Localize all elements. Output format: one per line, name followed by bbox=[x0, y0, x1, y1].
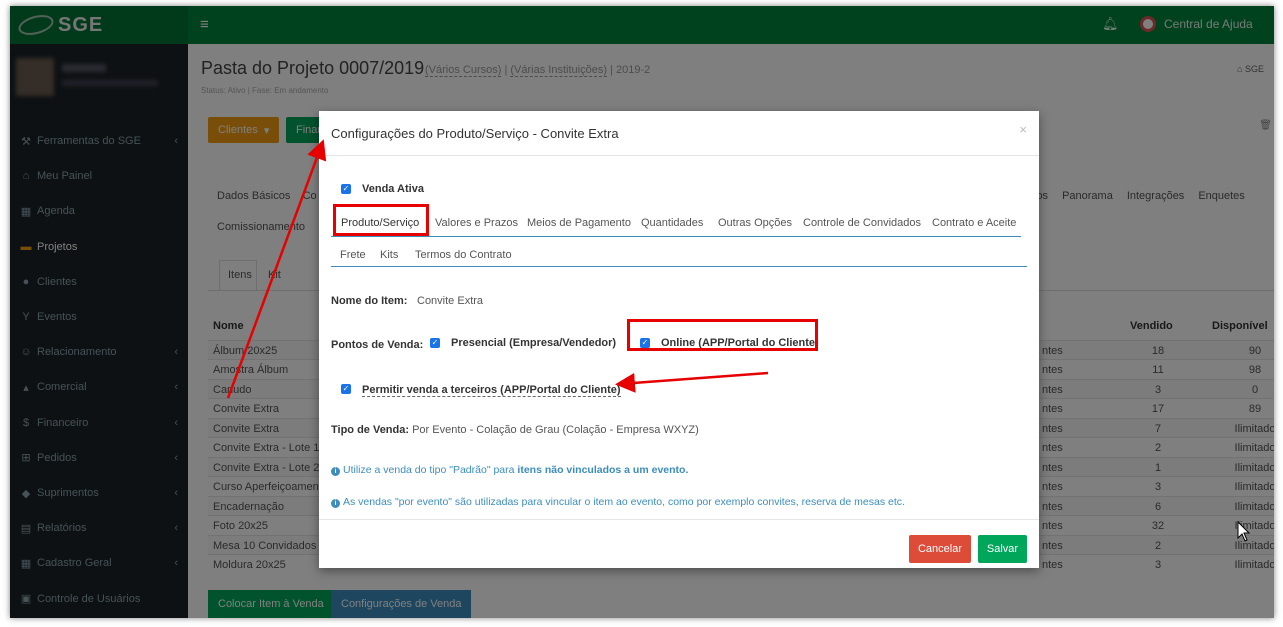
arrow-to-title bbox=[226, 139, 327, 399]
app-window: SGE ≡ 🔔︎ Central de Ajuda ⚒Ferramentas d… bbox=[10, 6, 1274, 618]
arrow-to-terceiros bbox=[615, 371, 769, 393]
annotation-arrows bbox=[226, 139, 1251, 542]
mouse-cursor-icon bbox=[1237, 520, 1251, 542]
